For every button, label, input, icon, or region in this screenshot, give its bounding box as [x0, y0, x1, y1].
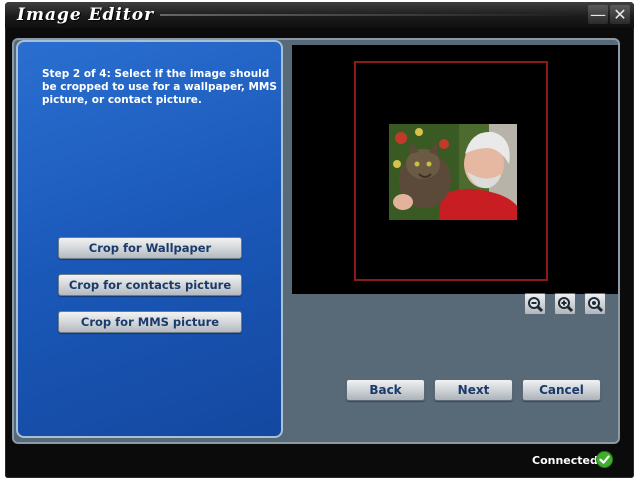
- zoom-out-icon: [528, 297, 544, 313]
- photo-of-man-with-cat-icon: [389, 124, 517, 220]
- connection-status: Connected: [520, 449, 614, 469]
- zoom-in-icon: [558, 297, 574, 313]
- window-title: Image Editor: [17, 5, 155, 25]
- crop-contacts-button[interactable]: Crop for contacts picture: [58, 274, 242, 296]
- title-decoration: [160, 14, 580, 16]
- title-bar[interactable]: Image Editor — ✕: [5, 2, 634, 28]
- zoom-fit-icon: [588, 297, 604, 313]
- zoom-fit-button[interactable]: [584, 293, 606, 315]
- minimize-button[interactable]: —: [588, 5, 608, 24]
- check-icon: [596, 451, 613, 468]
- status-text: Connected: [532, 454, 598, 467]
- crop-mms-button[interactable]: Crop for MMS picture: [58, 311, 242, 333]
- cancel-button[interactable]: Cancel: [522, 379, 601, 401]
- close-button[interactable]: ✕: [610, 5, 630, 24]
- step-instructions: Step 2 of 4: Select if the image should …: [42, 68, 277, 106]
- zoom-out-button[interactable]: [524, 293, 546, 315]
- zoom-in-button[interactable]: [554, 293, 576, 315]
- next-button[interactable]: Next: [434, 379, 513, 401]
- crop-options-panel: Step 2 of 4: Select if the image should …: [16, 40, 283, 438]
- preview-image: [389, 124, 517, 220]
- image-preview: [292, 45, 618, 294]
- back-button[interactable]: Back: [346, 379, 425, 401]
- crop-wallpaper-button[interactable]: Crop for Wallpaper: [58, 237, 242, 259]
